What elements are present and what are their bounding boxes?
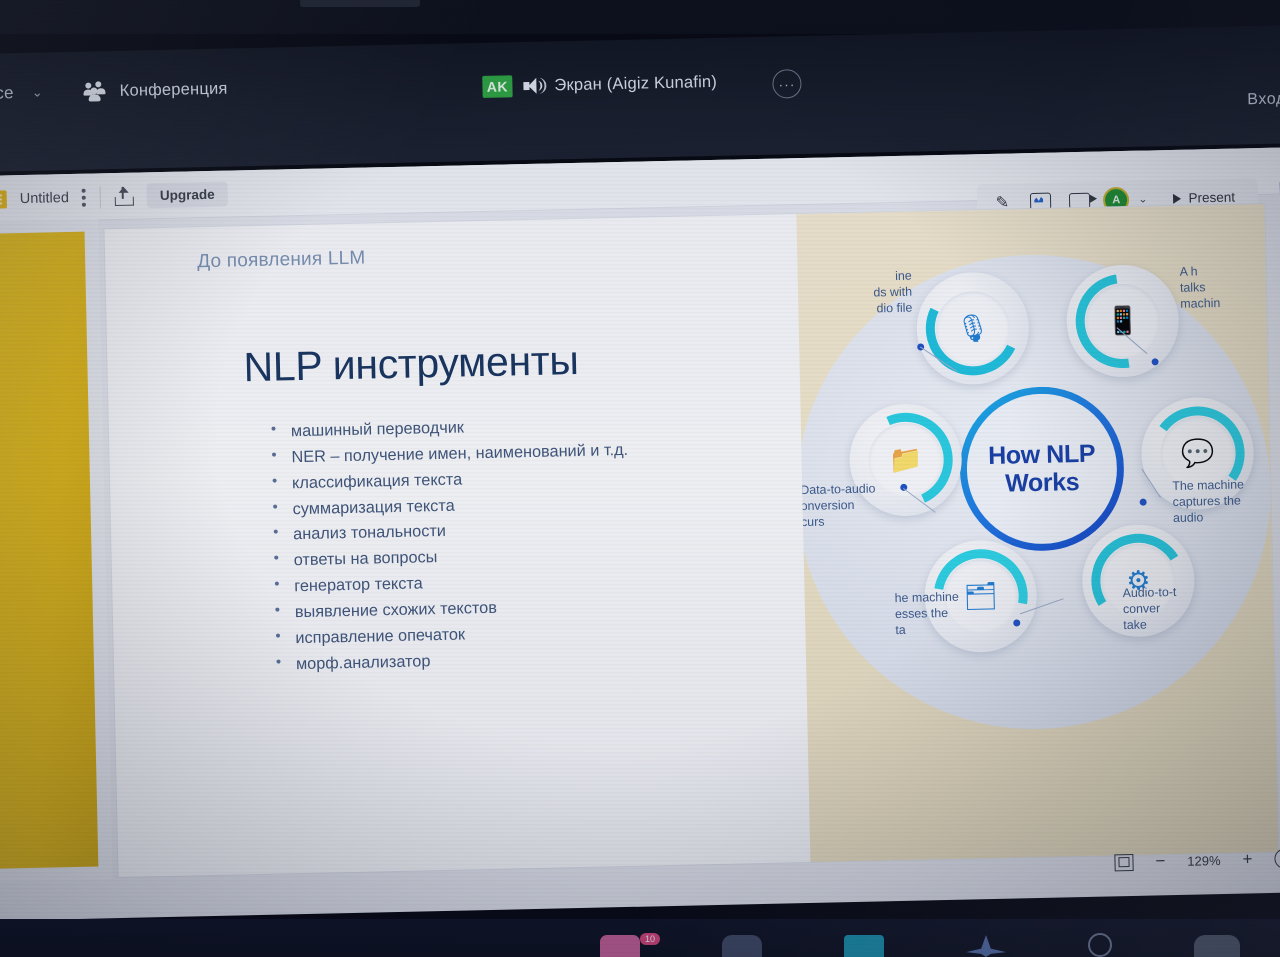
laptop-screen-photo: ace ⌄ Конференция AK Экран (Aigiz Kunafi… — [0, 0, 1280, 957]
webcam-notch — [300, 0, 420, 7]
zoom-out-button[interactable]: − — [1155, 851, 1165, 871]
slide-canvas[interactable]: До появления LLM NLP инструменты машинны… — [104, 203, 1279, 878]
workspace-label[interactable]: ace — [0, 83, 14, 104]
slide-kicker: До появления LLM — [196, 247, 366, 273]
chevron-down-icon[interactable]: ⌄ — [32, 85, 43, 101]
chat-waveform-icon: 💬 — [1180, 437, 1215, 469]
people-icon — [82, 81, 106, 102]
label-machine-processes: he machine esses the ta — [894, 589, 959, 638]
slide-bullet: машинный переводчик — [269, 411, 739, 442]
slide-title-rest: инструменты — [321, 336, 579, 389]
more-options-button[interactable]: ··· — [772, 69, 802, 99]
screen-content: ace ⌄ Конференция AK Экран (Aigiz Kunafi… — [0, 0, 1280, 956]
infographic-panel: How NLP Works 🎙 📱 💬 ⚙ 🗂 📁 ine ds with di… — [796, 203, 1279, 862]
label-data-to-audio: Data-to-audio onversion curs — [800, 481, 876, 530]
slide-bullet: генератор текста — [272, 567, 742, 598]
slide-bullet: исправление опечаток — [273, 618, 743, 649]
slide-bullet: выявление схожих текстов — [273, 592, 743, 623]
conference-entry[interactable]: Конференция — [82, 79, 228, 102]
slide-bullet: морф.анализатор — [274, 644, 744, 675]
login-link[interactable]: Вход — [1247, 90, 1280, 109]
label-machine-captures: The machine captures the audio — [1172, 477, 1245, 526]
help-icon[interactable]: ? — [1274, 848, 1280, 869]
more-options-kebab-icon[interactable] — [81, 188, 87, 207]
slide-bullet: анализ тональности — [271, 515, 741, 546]
connector-dot-3 — [1139, 498, 1147, 506]
screen-share-label: Экран (Aigiz Kunafin) — [554, 72, 718, 94]
slide-title-accent: NLP — [243, 342, 323, 391]
slide-bullet: суммаризация текста — [270, 489, 740, 520]
slide-bullet: ответы на вопросы — [272, 541, 742, 572]
slide-bullet-list: машинный переводчикNER – получение имен,… — [269, 411, 745, 680]
zoom-in-button[interactable]: + — [1242, 849, 1252, 869]
mobile-brain-icon: 📱 — [1105, 305, 1140, 336]
notification-badge: 10 — [640, 933, 661, 945]
share-upload-icon[interactable] — [114, 186, 135, 206]
slide-bullet: NER – получение имен, наименований и т.д… — [269, 437, 739, 468]
menu-dots-icon[interactable] — [1194, 935, 1240, 957]
os-taskbar: 10 — [0, 919, 1280, 957]
slide-title: NLP инструменты — [243, 337, 579, 391]
conference-label: Конференция — [119, 79, 228, 100]
chevron-down-icon[interactable]: ⌄ — [1138, 192, 1147, 205]
presentation-app-window: Untitled Upgrade ✎ A ⌄ Present До появле… — [0, 146, 1280, 921]
slide-bullet: классификация текста — [270, 463, 740, 494]
zoom-level[interactable]: 129% — [1187, 853, 1221, 869]
slides-document-icon — [0, 189, 7, 209]
photos-icon[interactable] — [844, 935, 884, 957]
slide-thumbnail[interactable] — [0, 231, 99, 869]
presenter-avatar: AK — [482, 75, 513, 98]
screen-share-indicator: AK Экран (Aigiz Kunafin) — [482, 71, 717, 98]
ai-sparkle-icon[interactable] — [966, 935, 1006, 957]
slide-thumbnail-panel[interactable] — [0, 219, 113, 882]
folder-microphone-icon: 📁 — [888, 443, 923, 475]
infographic-center-text: How NLP Works — [987, 439, 1096, 498]
loop-icon[interactable] — [1088, 933, 1112, 957]
document-title[interactable]: Untitled — [20, 190, 70, 207]
label-human-talks: A h talks machin — [1179, 264, 1221, 312]
play-triangle-icon — [1173, 193, 1182, 204]
fit-to-screen-icon[interactable] — [1114, 853, 1134, 871]
speaker-icon[interactable] — [523, 77, 547, 95]
cloud-icon[interactable] — [722, 935, 762, 957]
conference-top-bar: ace ⌄ Конференция AK Экран (Aigiz Kunafi… — [0, 24, 1280, 172]
chat-icon[interactable] — [600, 935, 640, 957]
present-label: Present — [1188, 189, 1236, 206]
upgrade-button[interactable]: Upgrade — [146, 181, 228, 209]
data-files-icon: 🗂 — [963, 580, 999, 612]
label-audio-to-text: Audio-to-t conver take — [1122, 584, 1177, 633]
toolbar-divider — [99, 185, 102, 208]
label-machine-responds: ine ds with dio file — [873, 268, 913, 316]
microphone-phone-icon: 🎙 — [955, 312, 991, 344]
